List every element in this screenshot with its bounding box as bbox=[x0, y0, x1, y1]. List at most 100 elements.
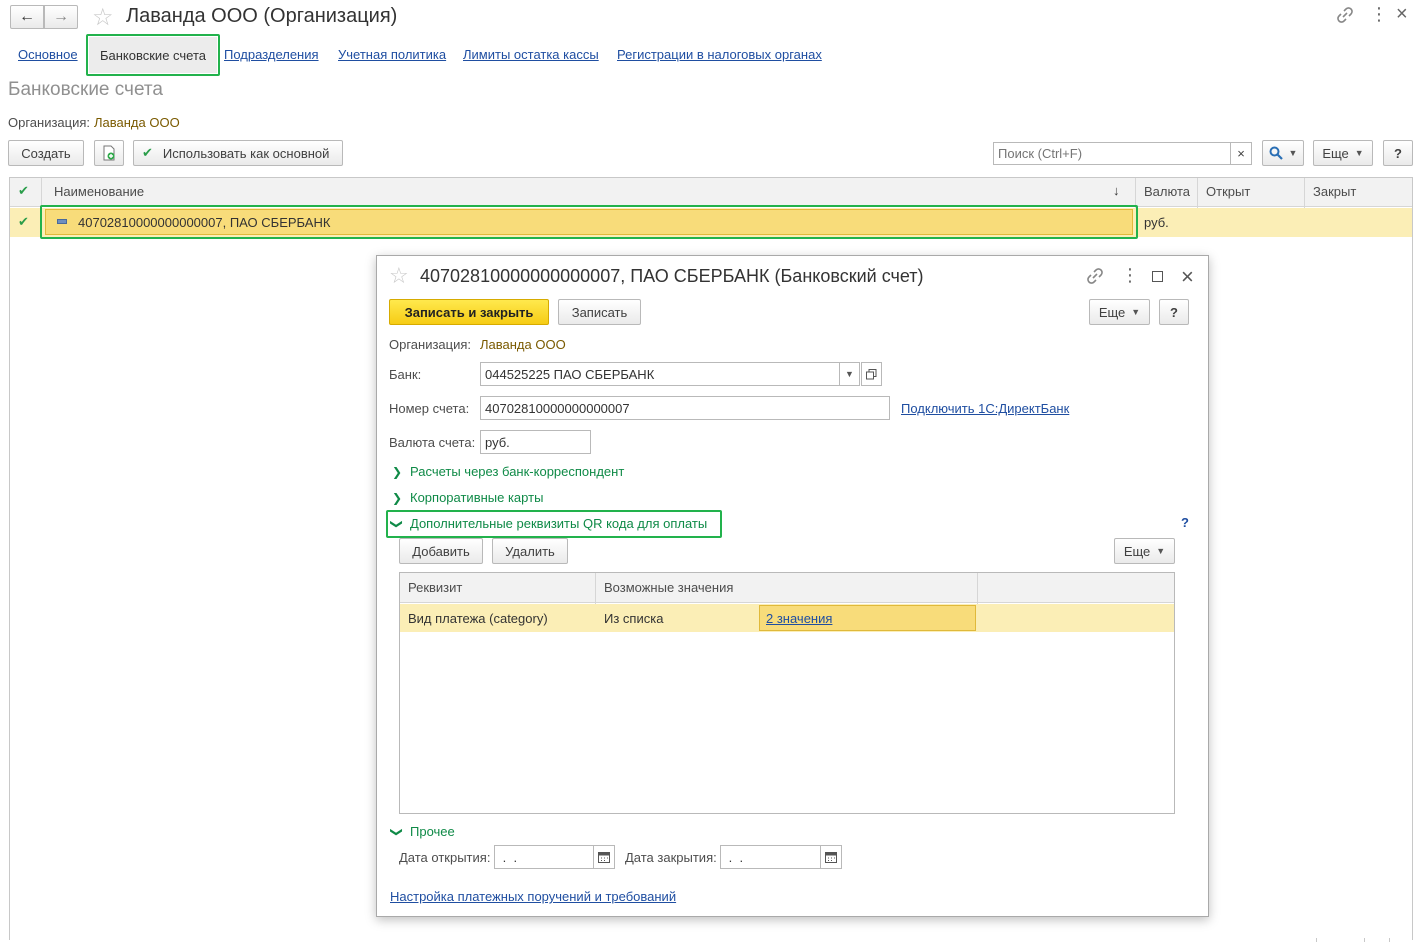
qr-more-button[interactable]: Еще ▼ bbox=[1114, 538, 1175, 564]
search-icon bbox=[1269, 146, 1283, 160]
footer-divider bbox=[1316, 938, 1317, 942]
account-row-icon bbox=[57, 219, 67, 224]
save-and-close-button[interactable]: Записать и закрыть bbox=[389, 299, 549, 325]
window-title: Лаванда ООО (Организация) bbox=[126, 5, 398, 27]
section-correspondent-label: Расчеты через банк-корреспондент bbox=[410, 464, 625, 479]
qr-table-header bbox=[400, 573, 1174, 603]
search-input[interactable] bbox=[993, 142, 1231, 165]
bank-open-button[interactable] bbox=[861, 362, 882, 386]
footer-divider bbox=[1364, 938, 1365, 942]
open-window-icon bbox=[866, 368, 877, 380]
page-title: Банковские счета bbox=[8, 79, 163, 100]
row-account-name: 40702810000000000007, ПАО СБЕРБАНК bbox=[78, 215, 331, 230]
more-button[interactable]: Еще ▼ bbox=[1313, 140, 1373, 166]
tab-cash-limits[interactable]: Лимиты остатка кассы bbox=[463, 47, 599, 62]
tab-bank-accounts-label: Банковские счета bbox=[99, 47, 207, 63]
help-button[interactable]: ? bbox=[1383, 140, 1413, 166]
date-close-field[interactable]: . . bbox=[720, 845, 821, 869]
footer-divider bbox=[1389, 938, 1390, 942]
col-closed[interactable]: Закрыт bbox=[1313, 184, 1356, 199]
check-icon: ✔ bbox=[142, 145, 153, 160]
date-open-calendar-button[interactable] bbox=[593, 845, 615, 869]
account-number-label: Номер счета: bbox=[389, 401, 470, 416]
search-button[interactable]: ▼ bbox=[1262, 140, 1304, 166]
star-icon[interactable]: ☆ bbox=[92, 3, 114, 32]
col-currency[interactable]: Валюта bbox=[1144, 184, 1190, 199]
currency-field[interactable]: руб. bbox=[480, 430, 591, 454]
section-qr-label: Дополнительные реквизиты QR кода для опл… bbox=[410, 516, 708, 531]
link-icon[interactable] bbox=[1086, 267, 1104, 285]
org-label: Организация: bbox=[8, 115, 91, 130]
chevron-down-icon: ▼ bbox=[1131, 307, 1141, 317]
dialog-more-label: Еще bbox=[1098, 304, 1126, 320]
section-other[interactable]: ❯ Прочее bbox=[390, 824, 455, 839]
back-button[interactable]: ← bbox=[10, 5, 44, 29]
forward-button[interactable]: → bbox=[44, 5, 78, 29]
qr-help-icon[interactable]: ? bbox=[1181, 515, 1189, 530]
link-icon[interactable] bbox=[1336, 6, 1354, 24]
col-name[interactable]: Наименование bbox=[54, 184, 144, 199]
qr-row-attr: Вид платежа (category) bbox=[408, 611, 548, 626]
more-vertical-icon[interactable]: ⋮ bbox=[1370, 4, 1388, 25]
dialog-org-label: Организация: bbox=[389, 337, 472, 352]
more-label: Еще bbox=[1322, 145, 1349, 161]
col-divider bbox=[41, 178, 42, 207]
sort-down-icon[interactable]: ↓ bbox=[1113, 183, 1120, 198]
section-cards-label: Корпоративные карты bbox=[410, 490, 544, 505]
table-header bbox=[10, 178, 1412, 207]
dialog-help-button[interactable]: ? bbox=[1159, 299, 1189, 325]
payment-settings-link[interactable]: Настройка платежных поручений и требован… bbox=[390, 889, 676, 904]
save-button[interactable]: Записать bbox=[558, 299, 641, 325]
bank-field[interactable]: 044525225 ПАО СБЕРБАНК bbox=[480, 362, 840, 386]
add-copy-button[interactable] bbox=[94, 140, 124, 166]
tab-divisions[interactable]: Подразделения bbox=[224, 47, 319, 62]
date-close-calendar-button[interactable] bbox=[820, 845, 842, 869]
more-vertical-icon[interactable]: ⋮ bbox=[1121, 265, 1139, 286]
tab-accounting-policy[interactable]: Учетная политика bbox=[338, 47, 446, 62]
section-other-label: Прочее bbox=[410, 824, 455, 839]
chevron-right-icon: ❯ bbox=[392, 464, 403, 479]
account-number-field[interactable]: 40702810000000000007 bbox=[480, 396, 890, 420]
section-correspondent-bank[interactable]: ❯ Расчеты через банк-корреспондент bbox=[392, 464, 624, 479]
directbank-link[interactable]: Подключить 1С:ДиректБанк bbox=[901, 401, 1069, 416]
section-corporate-cards[interactable]: ❯ Корпоративные карты bbox=[392, 490, 543, 505]
row-currency: руб. bbox=[1144, 215, 1169, 230]
check-icon: ✔ bbox=[18, 214, 29, 229]
use-as-main-button[interactable]: ✔ Использовать как основной bbox=[133, 140, 343, 166]
close-icon[interactable]: × bbox=[1181, 264, 1194, 290]
qr-col-attr[interactable]: Реквизит bbox=[408, 580, 462, 595]
qr-row-kind: Из списка bbox=[604, 611, 664, 626]
delete-button[interactable]: Удалить bbox=[492, 538, 568, 564]
date-open-field[interactable]: . . bbox=[494, 845, 594, 869]
bank-dropdown-button[interactable]: ▼ bbox=[839, 362, 860, 386]
chevron-down-icon: ❯ bbox=[390, 826, 404, 837]
calendar-icon bbox=[825, 851, 837, 863]
star-icon[interactable]: ☆ bbox=[389, 263, 409, 289]
dialog-more-button[interactable]: Еще ▼ bbox=[1089, 299, 1150, 325]
arrow-left-icon: ← bbox=[19, 8, 35, 25]
dialog-title: 40702810000000000007, ПАО СБЕРБАНК (Банк… bbox=[420, 266, 924, 286]
col-opened[interactable]: Открыт bbox=[1206, 184, 1250, 199]
date-open-label: Дата открытия: bbox=[399, 850, 491, 865]
maximize-icon[interactable] bbox=[1152, 271, 1163, 282]
qr-values-link[interactable]: 2 значения bbox=[766, 611, 832, 626]
chevron-down-icon: ▼ bbox=[1354, 148, 1364, 158]
chevron-down-icon: ▼ bbox=[1156, 546, 1166, 556]
tab-tax-registrations[interactable]: Регистрации в налоговых органах bbox=[617, 47, 822, 62]
dialog-org-value: Лаванда ООО bbox=[480, 337, 566, 352]
bank-label: Банк: bbox=[389, 367, 422, 382]
add-button[interactable]: Добавить bbox=[399, 538, 483, 564]
arrow-right-icon: → bbox=[53, 8, 69, 25]
create-button[interactable]: Создать bbox=[8, 140, 84, 166]
currency-label: Валюта счета: bbox=[389, 435, 476, 450]
calendar-icon bbox=[598, 851, 610, 863]
chevron-right-icon: ❯ bbox=[392, 490, 403, 505]
section-qr-requisites[interactable]: ❯ Дополнительные реквизиты QR кода для о… bbox=[390, 516, 708, 531]
tab-main[interactable]: Основное bbox=[18, 47, 78, 62]
close-icon[interactable]: × bbox=[1396, 3, 1408, 26]
chevron-down-icon: ▼ bbox=[1288, 148, 1298, 158]
qr-col-values[interactable]: Возможные значения bbox=[604, 580, 733, 595]
tab-bank-accounts[interactable]: Банковские счета bbox=[89, 37, 217, 73]
org-value: Лаванда ООО bbox=[94, 115, 180, 130]
search-clear-button[interactable]: × bbox=[1230, 142, 1252, 165]
